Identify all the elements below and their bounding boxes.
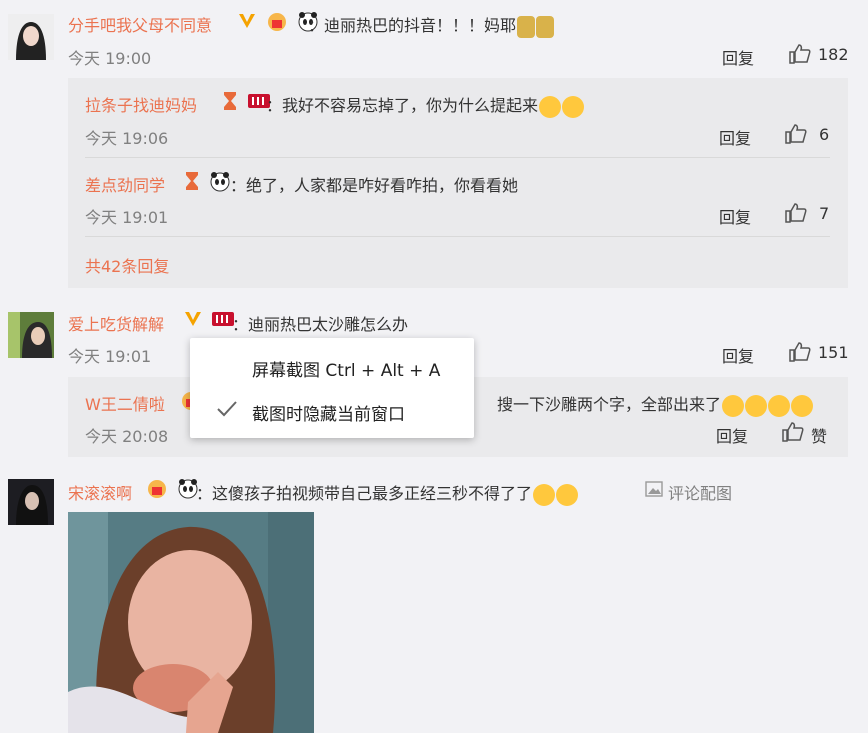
- user-badges: [234, 10, 319, 34]
- view-more-replies-link[interactable]: 共42条回复: [85, 253, 169, 277]
- reply-name[interactable]: 拉条子找迪妈妈: [85, 92, 197, 116]
- avatar-image: [8, 479, 54, 525]
- context-menu: 屏幕截图 Ctrl + Alt + A 截图时隐藏当前窗口: [190, 338, 474, 438]
- reply-name[interactable]: W王二倩啦: [85, 391, 165, 415]
- comment-text: ：迪丽热巴太沙雕怎么办: [232, 315, 409, 334]
- like-count: 6: [819, 125, 830, 144]
- divider: [85, 157, 830, 158]
- user-badges: [142, 477, 199, 499]
- avatar-image: [8, 14, 54, 60]
- checkmark-icon: [217, 401, 237, 417]
- commenter-name[interactable]: 宋滚滚啊: [68, 480, 132, 504]
- comment-text-content: ：迪丽热巴的抖音！！！妈耶: [308, 16, 517, 35]
- grin-emoji-icon: [791, 394, 814, 417]
- menu-item-hide-window[interactable]: 截图时隐藏当前窗口: [252, 400, 405, 425]
- reply-text-content: 搜一下沙雕两个字，全部出来了: [497, 395, 722, 414]
- crying-emoji-icon: [539, 95, 562, 118]
- emoji-icon: [517, 15, 536, 38]
- like-count: 182: [818, 45, 849, 64]
- avatar[interactable]: [8, 479, 54, 525]
- reply-badges: [180, 170, 231, 192]
- grin-emoji-icon: [722, 394, 745, 417]
- divider: [85, 236, 830, 237]
- vip-crown-icon: [268, 13, 287, 31]
- reply-button[interactable]: 回复: [719, 204, 751, 228]
- laugh-cry-emoji-icon: [533, 483, 556, 506]
- reply-text: ：我好不容易忘掉了，你为什么提起来: [266, 92, 585, 118]
- reply-text: 搜一下沙雕两个字，全部出来了: [497, 391, 814, 417]
- grin-emoji-icon: [745, 394, 768, 417]
- like-count: 151: [818, 343, 849, 362]
- reply-badges: [218, 90, 271, 112]
- like-count: 7: [819, 204, 830, 223]
- comment-time: 今天 19:01: [68, 347, 152, 366]
- like-thumb-icon[interactable]: [785, 203, 807, 223]
- comment-text-content: ：这傻孩子拍视频带自己最多正经三秒不得了了: [196, 484, 533, 503]
- like-thumb-icon[interactable]: [789, 44, 811, 64]
- reply-button[interactable]: 回复: [716, 423, 748, 447]
- reply-time: 今天 19:06: [85, 129, 169, 148]
- reply-button[interactable]: 回复: [722, 343, 754, 367]
- comment-picture[interactable]: [68, 512, 314, 733]
- reply-time: 今天 19:01: [85, 208, 169, 227]
- menu-item-screenshot[interactable]: 屏幕截图 Ctrl + Alt + A: [252, 356, 440, 381]
- laugh-cry-emoji-icon: [556, 483, 579, 506]
- reply-text-content: ：我好不容易忘掉了，你为什么提起来: [266, 96, 539, 115]
- image-icon[interactable]: [645, 481, 663, 497]
- like-thumb-icon[interactable]: [785, 124, 807, 144]
- hourglass-icon: [224, 92, 236, 110]
- avatar[interactable]: [8, 312, 54, 358]
- crying-emoji-icon: [562, 95, 585, 118]
- avatar[interactable]: [8, 14, 54, 60]
- user-badges: [180, 308, 235, 329]
- comment-picture-link[interactable]: 评论配图: [668, 480, 732, 504]
- grin-emoji-icon: [768, 394, 791, 417]
- reply-button[interactable]: 回复: [719, 125, 751, 149]
- verified-v-icon: [185, 311, 201, 326]
- comment-picture-image: [68, 512, 314, 733]
- like-thumb-icon[interactable]: [789, 342, 811, 362]
- avatar-image: [8, 312, 54, 358]
- commenter-name[interactable]: 爱上吃货解解: [68, 311, 164, 335]
- reply-time: 今天 20:08: [85, 427, 169, 446]
- reply-button[interactable]: 回复: [722, 45, 754, 69]
- comment-time: 今天 19:00: [68, 49, 152, 68]
- comment-text: ：迪丽热巴的抖音！！！妈耶: [308, 12, 555, 38]
- emoji-icon: [536, 15, 555, 38]
- reply-name[interactable]: 差点劲同学: [85, 172, 165, 196]
- commenter-name[interactable]: 分手吧我父母不同意: [68, 12, 212, 36]
- like-label[interactable]: 赞: [811, 423, 827, 447]
- panda-icon: [210, 172, 230, 192]
- vip-crown-icon: [148, 480, 166, 498]
- verified-v-icon: [239, 14, 255, 28]
- reply-text: ：绝了，人家都是咋好看咋拍，你看看她: [230, 176, 519, 195]
- comment-text: ：这傻孩子拍视频带自己最多正经三秒不得了了: [196, 480, 579, 506]
- like-thumb-icon[interactable]: [782, 422, 804, 442]
- hourglass-icon: [186, 172, 198, 190]
